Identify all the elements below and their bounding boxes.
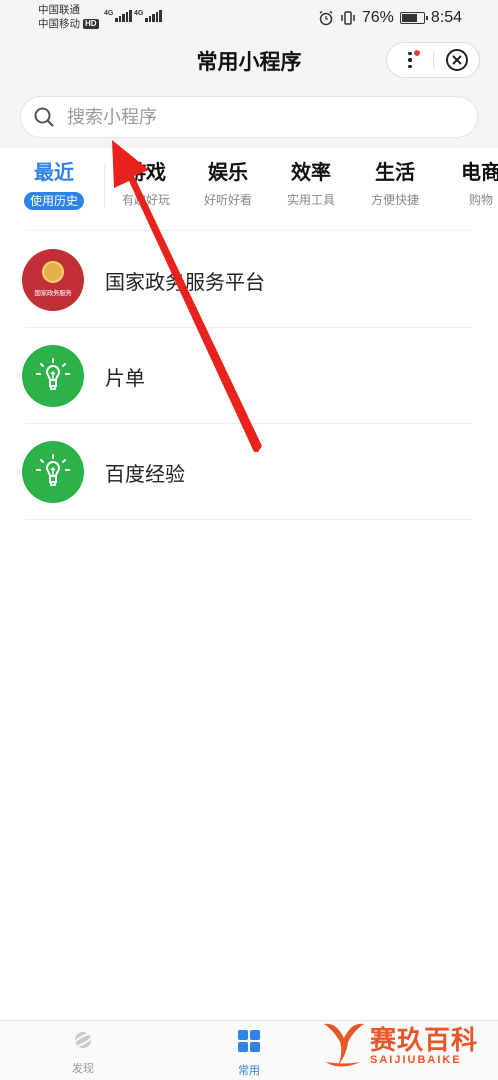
- battery-percent: 76%: [361, 9, 394, 26]
- notification-dot: [414, 50, 420, 56]
- tab-efficiency[interactable]: 效率 实用工具: [271, 160, 351, 208]
- vibrate-icon: [341, 11, 355, 25]
- category-tabs: 最近 使用历史 游戏 有趣好玩 娱乐 好听好看 效率 实用工具 生活 方便快捷 …: [0, 148, 498, 226]
- search-icon: [34, 107, 54, 127]
- nav-label: 发现: [72, 1063, 94, 1075]
- tab-subtitle: 实用工具: [286, 193, 335, 207]
- mini-program-list: 国家政务服务 国家政务服务平台 片单 百度经验: [0, 232, 498, 520]
- nav-frequent[interactable]: 常用: [199, 1029, 299, 1078]
- list-item[interactable]: 片单: [0, 328, 498, 424]
- clock: 8:54: [430, 9, 462, 26]
- tab-title: 最近: [34, 162, 74, 184]
- gov-emblem-icon: 国家政务服务: [22, 249, 84, 311]
- carrier-1: 中国联通: [38, 4, 80, 16]
- icon-caption: 国家政务服务: [34, 290, 72, 297]
- hd-badge: HD: [83, 19, 99, 29]
- item-name: 百度经验: [105, 464, 185, 486]
- signal-icon: 4G: [104, 10, 132, 22]
- tab-subtitle: 方便快捷: [370, 193, 419, 207]
- lightbulb-icon: [22, 441, 84, 503]
- tab-life[interactable]: 生活 方便快捷: [355, 160, 435, 208]
- status-bar: 中国联通 中国移动 HD 4G 4G 76% 8:54: [0, 0, 498, 36]
- tab-subtitle: 好听好看: [203, 193, 252, 207]
- more-icon: [408, 51, 412, 69]
- carrier-2: 中国移动: [38, 18, 80, 30]
- list-item[interactable]: 百度经验: [0, 424, 498, 520]
- tab-title: 生活: [375, 162, 415, 184]
- alarm-icon: [319, 10, 333, 26]
- network-type-1: 4G: [104, 10, 114, 17]
- close-button[interactable]: [435, 43, 479, 77]
- list-item[interactable]: 国家政务服务 国家政务服务平台: [0, 232, 498, 328]
- tab-ecommerce[interactable]: 电商 购物: [441, 160, 498, 208]
- nav-label: 常用: [238, 1065, 260, 1077]
- tab-title: 游戏: [126, 162, 166, 184]
- watermark-subtext: SAIJIUBAIKE: [370, 1054, 462, 1066]
- tab-title: 效率: [291, 162, 331, 184]
- tab-subtitle: 有趣好玩: [121, 193, 170, 207]
- more-button[interactable]: [387, 43, 433, 77]
- battery-icon: [399, 12, 428, 24]
- search-bar[interactable]: [20, 96, 478, 138]
- tab-recent[interactable]: 最近 使用历史: [14, 160, 94, 210]
- grid-icon: [238, 1030, 260, 1052]
- lightbulb-icon: [22, 345, 84, 407]
- search-input[interactable]: [67, 106, 447, 128]
- close-circle-icon: [446, 49, 468, 71]
- item-name: 国家政务服务平台: [105, 272, 265, 294]
- carrier-info: 中国联通 中国移动 HD: [38, 3, 99, 31]
- tab-games[interactable]: 游戏 有趣好玩: [106, 160, 186, 208]
- watermark-text: 赛玖百科: [370, 1025, 479, 1055]
- tab-subtitle: 购物: [468, 193, 493, 207]
- network-type-2: 4G: [134, 10, 144, 17]
- tab-entertainment[interactable]: 娱乐 好听好看: [188, 160, 268, 208]
- planet-icon: [72, 1032, 94, 1048]
- capsule-menu: [386, 42, 480, 78]
- tab-subtitle: 使用历史: [23, 192, 84, 210]
- tab-title: 娱乐: [208, 162, 248, 184]
- nav-discover[interactable]: 发现: [33, 1029, 133, 1076]
- header: 常用小程序: [0, 36, 498, 148]
- tab-title: 电商: [461, 162, 498, 184]
- whale-tail-icon: [324, 1023, 364, 1067]
- item-name: 片单: [105, 368, 145, 390]
- watermark-logo: 赛玖百科 SAIJIUBAIKE: [320, 1016, 490, 1072]
- signal-icon: 4G: [134, 10, 162, 22]
